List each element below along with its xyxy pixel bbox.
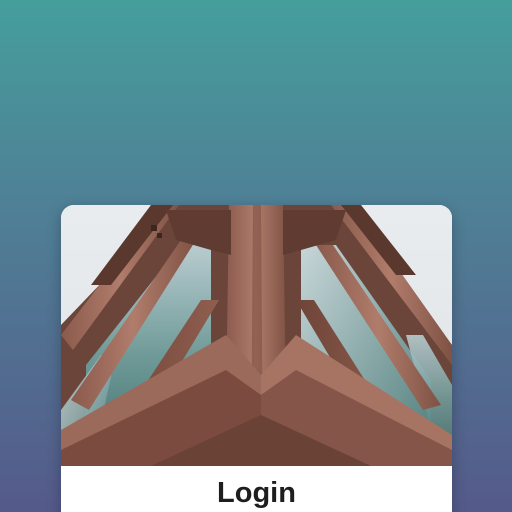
hero-image xyxy=(61,205,452,466)
building-facade-photo xyxy=(61,205,452,466)
login-title: Login xyxy=(217,477,296,509)
login-card: Login xyxy=(61,205,452,512)
